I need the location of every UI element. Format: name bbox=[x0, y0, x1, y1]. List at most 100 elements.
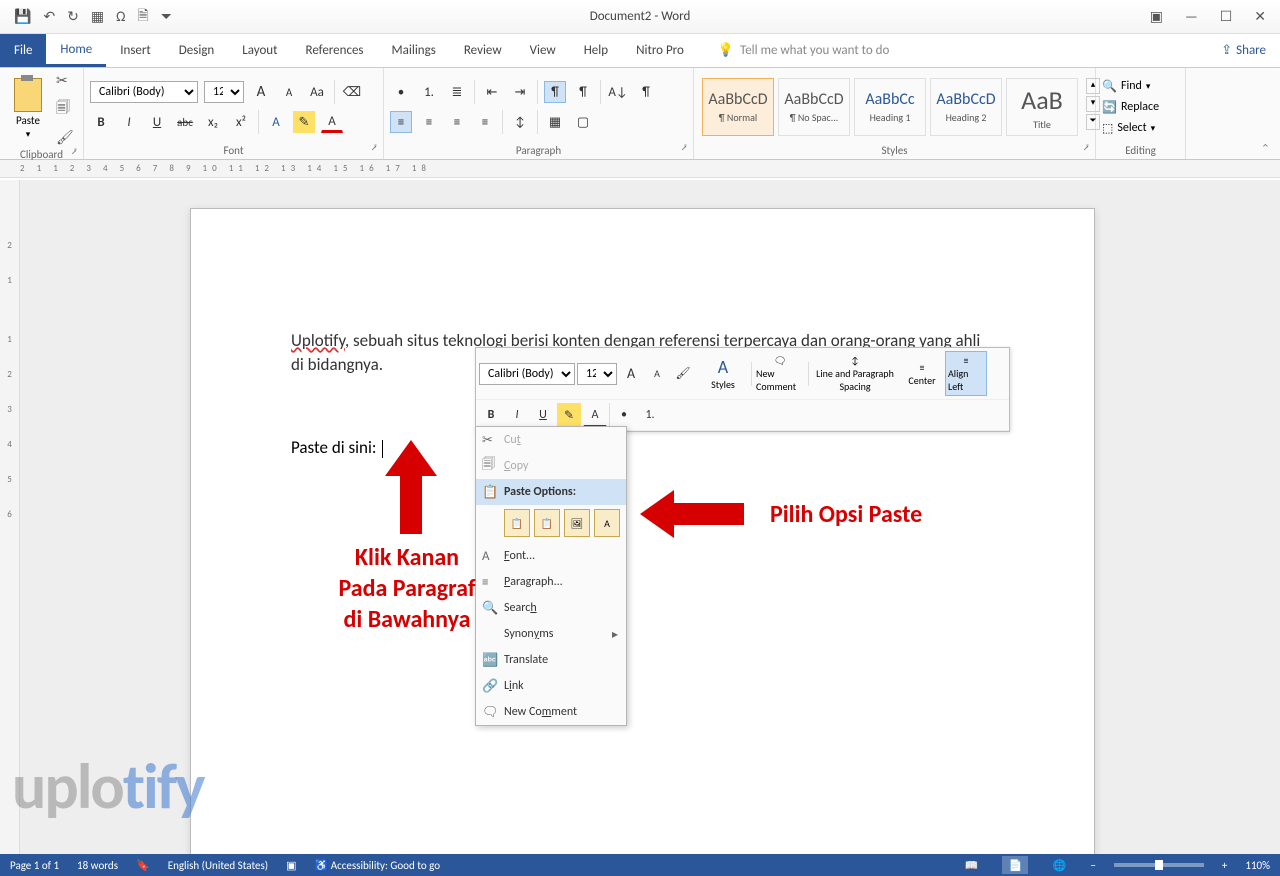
mini-italic-button[interactable]: I bbox=[505, 403, 529, 427]
ribbon-display-icon[interactable]: ▣ bbox=[1150, 8, 1163, 25]
tab-design[interactable]: Design bbox=[165, 34, 228, 67]
status-accessibility[interactable]: ♿ Accessibility: Good to go bbox=[315, 859, 440, 872]
bold-button[interactable]: B bbox=[90, 111, 112, 133]
undo-icon[interactable]: ↶ bbox=[43, 8, 55, 25]
increase-indent-button[interactable]: ⇥ bbox=[509, 81, 531, 103]
style-heading1[interactable]: AaBbCcHeading 1 bbox=[854, 78, 926, 136]
ctx-search[interactable]: 🔍Search bbox=[476, 595, 626, 621]
tab-file[interactable]: File bbox=[0, 34, 46, 67]
redo-icon[interactable]: ↻ bbox=[67, 8, 79, 25]
status-macro-icon[interactable]: ▣ bbox=[286, 859, 296, 872]
show-marks-button[interactable]: ¶ bbox=[635, 81, 657, 103]
ctx-new-comment[interactable]: 🗨New Comment bbox=[476, 699, 626, 725]
document-page[interactable]: Uplotify, sebuah situs teknologi berisi … bbox=[190, 208, 1095, 854]
paste-picture-button[interactable]: 🖼 bbox=[564, 509, 590, 537]
ctx-translate[interactable]: 🔤Translate bbox=[476, 647, 626, 673]
close-icon[interactable]: ✕ bbox=[1254, 8, 1266, 25]
maximize-icon[interactable]: ☐ bbox=[1220, 8, 1233, 25]
view-read-icon[interactable]: 📖 bbox=[958, 856, 984, 874]
mini-bold-button[interactable]: B bbox=[479, 403, 503, 427]
style-normal[interactable]: AaBbCcD¶ Normal bbox=[702, 78, 774, 136]
font-size-combo[interactable]: 12 bbox=[204, 81, 244, 103]
highlight-button[interactable]: ✎ bbox=[293, 111, 315, 133]
style-no-spacing[interactable]: AaBbCcD¶ No Spac... bbox=[778, 78, 850, 136]
mini-numbering-button[interactable]: 1. bbox=[638, 403, 662, 427]
view-print-icon[interactable]: 📄 bbox=[1002, 856, 1028, 874]
shading-button[interactable]: ▦ bbox=[544, 111, 566, 133]
table-icon[interactable]: ▦ bbox=[91, 8, 104, 25]
italic-button[interactable]: I bbox=[118, 111, 140, 133]
font-launcher-icon[interactable]: ⭷ bbox=[371, 141, 377, 157]
mini-painter-button[interactable]: 🖌 bbox=[671, 362, 695, 386]
font-name-combo[interactable]: Calibri (Body) bbox=[90, 81, 198, 103]
mini-center-button[interactable]: ≡Center bbox=[901, 359, 943, 389]
borders-button[interactable]: ▢ bbox=[572, 111, 594, 133]
style-title[interactable]: AaBTitle bbox=[1006, 78, 1078, 136]
newpage-icon[interactable]: 🗎 bbox=[137, 5, 148, 29]
ctx-font[interactable]: AFont... bbox=[476, 543, 626, 569]
superscript-button[interactable]: x² bbox=[230, 111, 252, 133]
font-color-button[interactable]: A bbox=[321, 111, 343, 133]
mini-highlight-button[interactable]: ✎ bbox=[557, 403, 581, 427]
paste-text-only-button[interactable]: A bbox=[594, 509, 620, 537]
ctx-paragraph[interactable]: ≡Paragraph... bbox=[476, 569, 626, 595]
mini-underline-button[interactable]: U bbox=[531, 403, 555, 427]
status-language[interactable]: English (United States) bbox=[168, 859, 268, 872]
save-icon[interactable]: 💾 bbox=[14, 8, 31, 25]
paste-keep-source-button[interactable]: 📋 bbox=[504, 509, 530, 537]
grow-font-button[interactable]: A bbox=[250, 81, 272, 103]
replace-button[interactable]: 🔄Replace bbox=[1102, 100, 1159, 115]
line-spacing-button[interactable]: ↕ bbox=[509, 111, 531, 133]
tab-home[interactable]: Home bbox=[46, 34, 106, 67]
tab-insert[interactable]: Insert bbox=[106, 34, 165, 67]
tab-help[interactable]: Help bbox=[570, 34, 622, 67]
status-spell-icon[interactable]: 🔖 bbox=[136, 859, 150, 872]
rtl-button[interactable]: ¶ bbox=[572, 81, 594, 103]
mini-align-left-button[interactable]: ≡Align Left bbox=[945, 351, 987, 396]
collapse-ribbon-icon[interactable]: ⌃ bbox=[1261, 142, 1270, 155]
tab-layout[interactable]: Layout bbox=[228, 34, 291, 67]
share-button[interactable]: ⇪ Share bbox=[1221, 43, 1266, 58]
zoom-in-button[interactable]: + bbox=[1222, 859, 1227, 872]
shrink-font-button[interactable]: A bbox=[278, 81, 300, 103]
zoom-out-button[interactable]: − bbox=[1090, 859, 1095, 872]
align-center-button[interactable]: ≡ bbox=[418, 111, 440, 133]
tell-me[interactable]: 💡 Tell me what you want to do bbox=[718, 43, 890, 58]
qat-more-icon[interactable]: ⏷ bbox=[161, 8, 172, 25]
status-page[interactable]: Page 1 of 1 bbox=[10, 859, 59, 872]
mini-bullets-button[interactable]: • bbox=[612, 403, 636, 427]
mini-styles-button[interactable]: AStyles bbox=[697, 354, 749, 393]
strike-button[interactable]: abc bbox=[174, 111, 196, 133]
zoom-level[interactable]: 110% bbox=[1245, 859, 1270, 872]
format-painter-icon[interactable]: 🖌 bbox=[56, 129, 74, 146]
paste-button[interactable]: Paste ▾ bbox=[6, 78, 50, 140]
minimize-icon[interactable]: — bbox=[1185, 8, 1198, 25]
mini-font-name[interactable]: Calibri (Body) bbox=[479, 363, 575, 385]
clipboard-launcher-icon[interactable]: ⭷ bbox=[71, 145, 77, 161]
paste-drop-icon[interactable]: ▾ bbox=[26, 129, 31, 140]
change-case-button[interactable]: Aa bbox=[306, 81, 328, 103]
zoom-thumb[interactable] bbox=[1155, 860, 1163, 870]
mini-shrink-button[interactable]: A bbox=[645, 362, 669, 386]
paragraph-launcher-icon[interactable]: ⭷ bbox=[681, 141, 687, 157]
ctx-synonyms[interactable]: Synonyms▸ bbox=[476, 621, 626, 647]
horizontal-ruler[interactable]: 2 1 1 2 3 4 5 6 7 8 9 10 11 12 13 14 15 … bbox=[0, 160, 1280, 178]
cut-icon[interactable]: ✂ bbox=[56, 72, 74, 89]
symbol-icon[interactable]: Ω bbox=[116, 8, 125, 25]
sort-button[interactable]: A↓ bbox=[607, 81, 629, 103]
tab-review[interactable]: Review bbox=[450, 34, 516, 67]
style-heading2[interactable]: AaBbCcDHeading 2 bbox=[930, 78, 1002, 136]
tab-references[interactable]: References bbox=[292, 34, 378, 67]
mini-font-color-button[interactable]: A bbox=[583, 403, 607, 427]
styles-gallery[interactable]: AaBbCcD¶ Normal AaBbCcD¶ No Spac... AaBb… bbox=[700, 76, 1102, 138]
find-button[interactable]: 🔍Find▾ bbox=[1102, 79, 1159, 94]
underline-button[interactable]: U bbox=[146, 111, 168, 133]
mini-font-size[interactable]: 12 bbox=[577, 363, 617, 385]
ctx-link[interactable]: 🔗Link bbox=[476, 673, 626, 699]
paste-merge-button[interactable]: 📋 bbox=[534, 509, 560, 537]
subscript-button[interactable]: x₂ bbox=[202, 111, 224, 133]
numbering-button[interactable]: 1. bbox=[418, 81, 440, 103]
decrease-indent-button[interactable]: ⇤ bbox=[481, 81, 503, 103]
clear-format-button[interactable]: ⌫ bbox=[341, 81, 363, 103]
select-button[interactable]: ⬚Select▾ bbox=[1102, 121, 1159, 136]
